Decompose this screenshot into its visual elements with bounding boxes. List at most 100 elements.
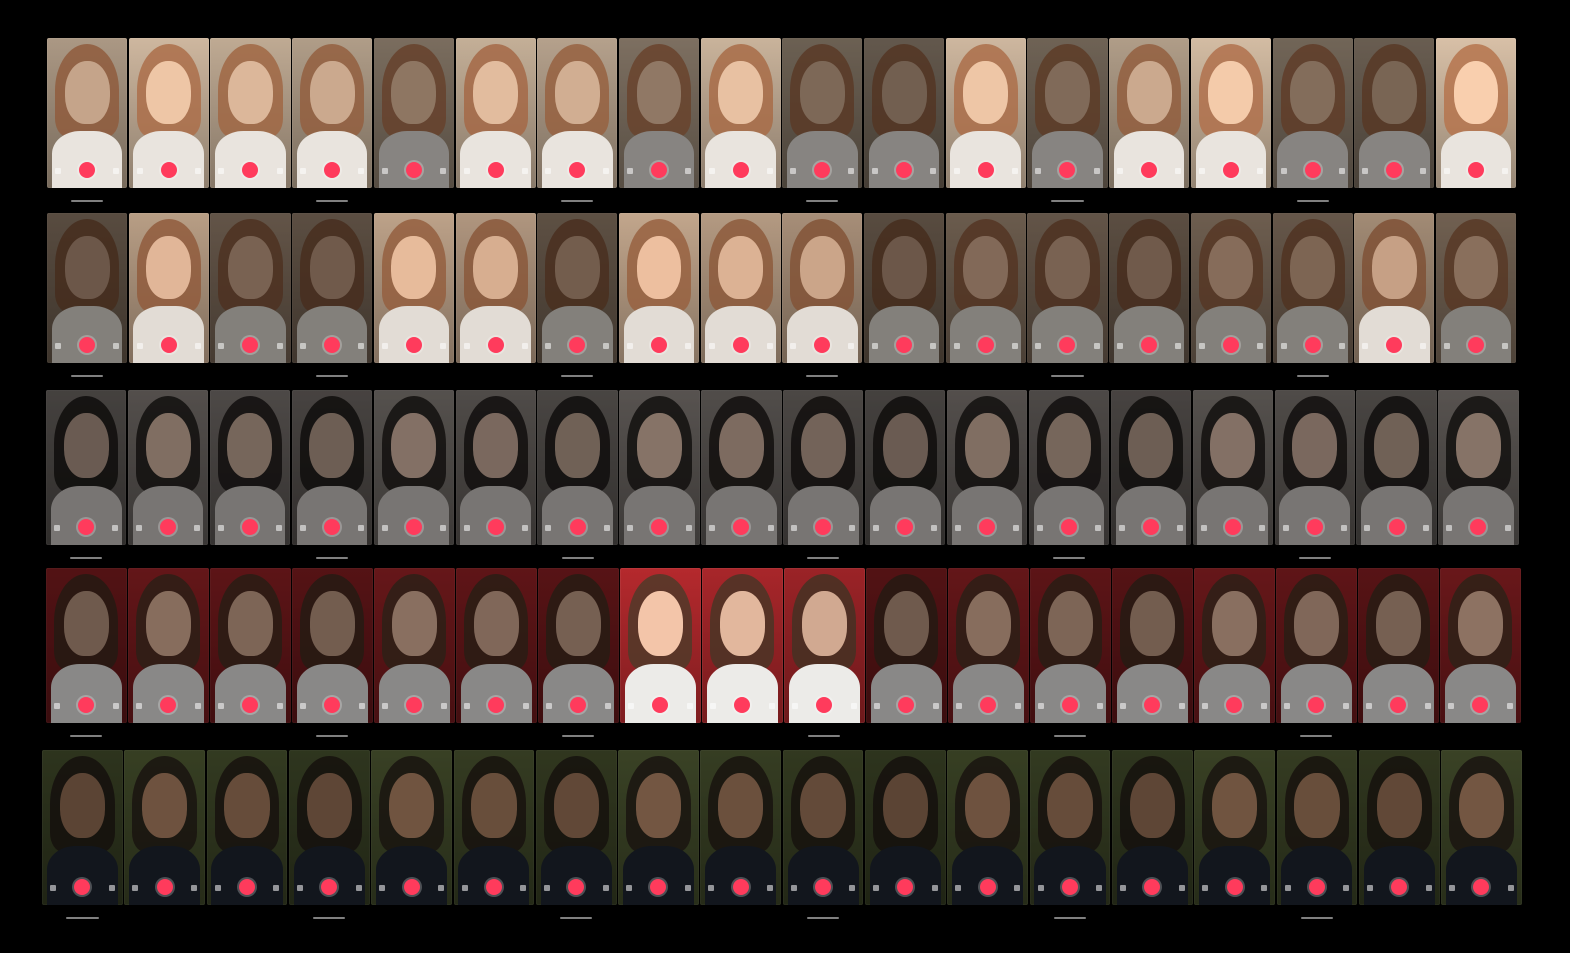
effects-icon[interactable] — [792, 703, 798, 709]
record-button[interactable] — [1061, 879, 1078, 895]
effects-icon[interactable] — [1284, 885, 1291, 891]
effects-icon[interactable] — [1443, 343, 1450, 349]
record-button[interactable] — [569, 519, 586, 535]
gallery-icon[interactable] — [1096, 703, 1103, 709]
gallery-icon[interactable] — [440, 703, 447, 709]
filter-tile-mono[interactable] — [1027, 38, 1108, 188]
filter-tile-sunglasses[interactable] — [864, 213, 945, 363]
gallery-icon[interactable] — [684, 885, 691, 891]
effects-icon[interactable] — [1448, 703, 1454, 709]
effects-icon[interactable] — [1036, 525, 1043, 531]
gallery-icon[interactable] — [439, 525, 446, 531]
filter-tile-mono[interactable] — [865, 390, 946, 545]
gallery-icon[interactable] — [194, 525, 201, 531]
filter-tile-makeup[interactable] — [537, 38, 618, 188]
gallery-icon[interactable] — [113, 343, 120, 349]
record-button[interactable] — [732, 162, 749, 178]
effects-icon[interactable] — [955, 885, 962, 891]
effects-icon[interactable] — [953, 343, 960, 349]
filter-tile-aviators[interactable] — [1111, 750, 1193, 905]
gallery-icon[interactable] — [604, 703, 611, 709]
filter-tile-warm[interactable] — [1029, 750, 1111, 905]
gallery-icon[interactable] — [358, 168, 365, 174]
effects-icon[interactable] — [135, 525, 142, 531]
gallery-icon[interactable] — [685, 168, 692, 174]
effects-icon[interactable] — [1443, 168, 1450, 174]
gallery-icon[interactable] — [849, 885, 856, 891]
filter-tile-natural[interactable] — [618, 213, 700, 363]
gallery-icon[interactable] — [273, 885, 280, 891]
filter-tile-cartoon-fair[interactable] — [210, 213, 291, 363]
gallery-icon[interactable] — [1422, 525, 1429, 531]
filter-tile-opera[interactable] — [127, 390, 209, 545]
gallery-icon[interactable] — [1011, 168, 1018, 174]
effects-icon[interactable] — [627, 525, 634, 531]
record-button[interactable] — [1306, 519, 1323, 535]
filter-tile-mono[interactable] — [945, 213, 1026, 363]
record-button[interactable] — [487, 337, 504, 353]
effects-icon[interactable] — [956, 703, 962, 709]
effects-icon[interactable] — [379, 885, 386, 891]
filter-tile-cartoon-dark[interactable] — [292, 213, 373, 363]
effects-icon[interactable] — [296, 885, 303, 891]
filter-tile-sunglasses[interactable] — [1272, 213, 1353, 363]
gallery-icon[interactable] — [358, 525, 365, 531]
effects-icon[interactable] — [710, 703, 716, 709]
gallery-icon[interactable] — [1178, 885, 1185, 891]
gallery-icon[interactable] — [521, 168, 528, 174]
filter-tile-cartoon-chibi[interactable] — [537, 213, 618, 363]
filter-tile-big-eyes[interactable] — [864, 38, 945, 188]
gallery-icon[interactable] — [932, 703, 939, 709]
filter-tile-mono[interactable] — [210, 568, 291, 723]
effects-icon[interactable] — [218, 703, 224, 709]
record-button[interactable] — [1308, 879, 1325, 895]
gallery-icon[interactable] — [276, 168, 283, 174]
filter-tile-red-tint[interactable] — [373, 213, 454, 363]
filter-tile-mono[interactable] — [946, 390, 1028, 545]
filter-tile-sunglasses[interactable] — [1354, 38, 1435, 188]
record-button[interactable] — [79, 162, 96, 178]
filter-tile-anime-wig[interactable] — [701, 390, 782, 545]
filter-tile-blue-fantasy[interactable] — [783, 390, 864, 545]
gallery-icon[interactable] — [355, 885, 362, 891]
record-button[interactable] — [1224, 519, 1241, 535]
record-button[interactable] — [1226, 879, 1243, 895]
filter-tile-glasses[interactable] — [128, 568, 209, 723]
filter-tile-glasses[interactable] — [948, 568, 1029, 723]
filter-tile-round-glasses[interactable] — [618, 750, 699, 905]
effects-icon[interactable] — [545, 525, 552, 531]
gallery-icon[interactable] — [1256, 343, 1263, 349]
filter-tile-braids[interactable] — [46, 390, 127, 545]
effects-icon[interactable] — [790, 343, 797, 349]
effects-icon[interactable] — [381, 168, 388, 174]
effects-icon[interactable] — [790, 168, 797, 174]
effects-icon[interactable] — [628, 703, 634, 709]
record-button[interactable] — [487, 162, 504, 178]
filter-tile-big-lips[interactable] — [47, 213, 128, 363]
effects-icon[interactable] — [1284, 703, 1290, 709]
record-button[interactable] — [238, 879, 255, 895]
record-button[interactable] — [79, 337, 96, 353]
effects-icon[interactable] — [953, 168, 960, 174]
gallery-icon[interactable] — [439, 343, 446, 349]
filter-tile-sunglasses[interactable] — [1190, 213, 1271, 363]
gallery-icon[interactable] — [1502, 168, 1509, 174]
gallery-icon[interactable] — [1260, 703, 1267, 709]
effects-icon[interactable] — [709, 525, 716, 531]
filter-tile-parrot-earrings[interactable] — [1435, 38, 1517, 188]
gallery-icon[interactable] — [112, 525, 119, 531]
filter-tile-tears[interactable] — [945, 38, 1026, 188]
gallery-icon[interactable] — [439, 168, 446, 174]
gallery-icon[interactable] — [685, 525, 692, 531]
gallery-icon[interactable] — [358, 343, 365, 349]
record-button[interactable] — [160, 162, 177, 178]
effects-icon[interactable] — [791, 525, 798, 531]
effects-icon[interactable] — [954, 525, 961, 531]
filter-tile-dreadlocks[interactable] — [1276, 750, 1358, 905]
filter-tile-mono[interactable] — [371, 750, 452, 905]
gallery-icon[interactable] — [113, 168, 120, 174]
effects-icon[interactable] — [1117, 343, 1124, 349]
effects-icon[interactable] — [300, 343, 307, 349]
effects-icon[interactable] — [1202, 885, 1209, 891]
effects-icon[interactable] — [626, 343, 633, 349]
